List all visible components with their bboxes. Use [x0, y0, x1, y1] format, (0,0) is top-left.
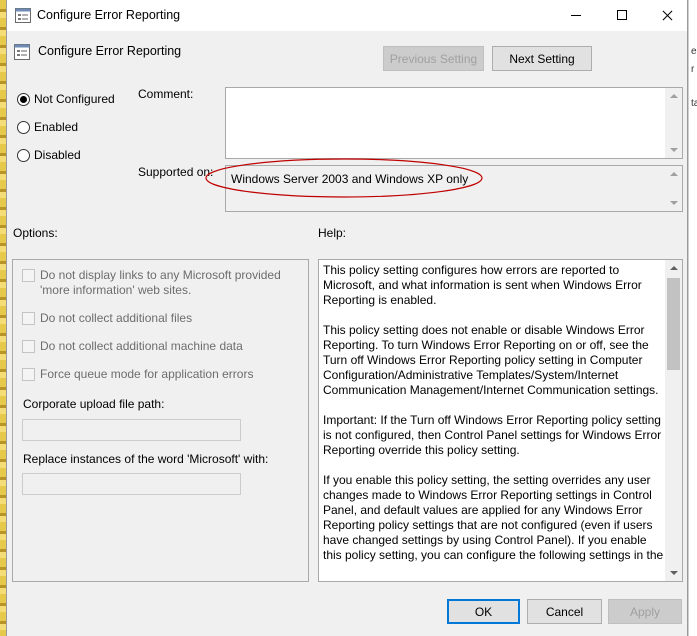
policy-settings-icon [14, 44, 30, 60]
checkbox-label: Do not display links to any Microsoft pr… [40, 268, 281, 297]
help-text: This policy setting configures how error… [323, 263, 666, 578]
checkbox-indicator[interactable] [22, 269, 35, 282]
supported-on-label: Supported on: [138, 165, 214, 179]
background-text-fragment: ta [691, 98, 697, 109]
help-scrollbar[interactable] [665, 260, 682, 581]
supported-on-value: Windows Server 2003 and Windows XP only [231, 172, 469, 186]
radio-indicator[interactable] [17, 148, 30, 162]
help-panel: This policy setting configures how error… [318, 259, 683, 582]
window-title: Configure Error Reporting [37, 8, 181, 22]
enabled-radio[interactable]: Enabled [17, 120, 78, 134]
comment-label: Comment: [138, 87, 194, 101]
title-bar: Configure Error Reporting [7, 0, 687, 31]
options-label: Options: [13, 226, 58, 240]
replace-microsoft-input[interactable] [22, 473, 241, 495]
upload-path-label: Corporate upload file path: [23, 397, 165, 411]
previous-setting-button[interactable]: Previous Setting [383, 46, 484, 71]
radio-label: Enabled [34, 120, 79, 134]
scroll-down-icon[interactable] [670, 571, 678, 575]
upload-path-input[interactable] [22, 419, 241, 441]
comment-textarea[interactable] [225, 87, 683, 159]
close-icon[interactable] [644, 0, 690, 31]
scroll-up-icon[interactable] [670, 172, 678, 176]
radio-label: Disabled [34, 148, 81, 162]
maximize-icon[interactable] [598, 0, 644, 31]
supported-scrollbar[interactable] [665, 166, 682, 211]
no-more-info-links-checkbox[interactable]: Do not display links to any Microsoft pr… [22, 268, 292, 298]
checkbox-label: Do not collect additional machine data [40, 339, 243, 353]
radio-indicator[interactable] [17, 120, 30, 134]
configure-error-reporting-dialog: Configure Error Reporting Configure Erro… [6, 0, 688, 636]
supported-on-field: Windows Server 2003 and Windows XP only [225, 165, 683, 212]
help-paragraph: If you enable this policy setting, the s… [323, 473, 664, 562]
checkbox-label: Do not collect additional files [40, 311, 193, 325]
force-queue-mode-checkbox[interactable]: Force queue mode for application errors [22, 367, 253, 382]
radio-indicator[interactable] [17, 92, 30, 106]
no-additional-files-checkbox[interactable]: Do not collect additional files [22, 311, 192, 326]
radio-label: Not Configured [34, 92, 115, 106]
scroll-down-icon[interactable] [670, 201, 678, 205]
minimize-icon[interactable] [552, 0, 598, 31]
checkbox-indicator[interactable] [22, 312, 35, 325]
next-setting-button[interactable]: Next Setting [492, 46, 592, 71]
help-label: Help: [318, 226, 347, 240]
scroll-up-icon[interactable] [670, 266, 678, 270]
disabled-radio[interactable]: Disabled [17, 148, 81, 162]
help-paragraph: This policy setting configures how error… [323, 263, 642, 307]
checkbox-label: Force queue mode for application errors [40, 367, 254, 381]
apply-button[interactable]: Apply [608, 599, 682, 624]
scrollbar-thumb[interactable] [667, 278, 680, 370]
help-paragraph: This policy setting does not enable or d… [323, 323, 659, 397]
background-text-fragment: e [691, 46, 697, 57]
help-paragraph: Important: If the Turn off Windows Error… [323, 413, 662, 457]
no-additional-machine-data-checkbox[interactable]: Do not collect additional machine data [22, 339, 243, 354]
ok-button[interactable]: OK [447, 599, 520, 624]
background-window-strip [688, 0, 697, 636]
checkbox-indicator[interactable] [22, 340, 35, 353]
policy-name: Configure Error Reporting [38, 44, 182, 58]
options-panel: Do not display links to any Microsoft pr… [12, 259, 309, 582]
scroll-down-icon[interactable] [670, 148, 678, 152]
replace-microsoft-label: Replace instances of the word 'Microsoft… [23, 452, 269, 466]
policy-settings-icon [15, 8, 31, 23]
scroll-up-icon[interactable] [670, 94, 678, 98]
cancel-button[interactable]: Cancel [527, 599, 602, 624]
comment-scrollbar[interactable] [665, 88, 682, 158]
background-text-fragment: r [691, 64, 695, 75]
not-configured-radio[interactable]: Not Configured [17, 92, 115, 106]
checkbox-indicator[interactable] [22, 368, 35, 381]
